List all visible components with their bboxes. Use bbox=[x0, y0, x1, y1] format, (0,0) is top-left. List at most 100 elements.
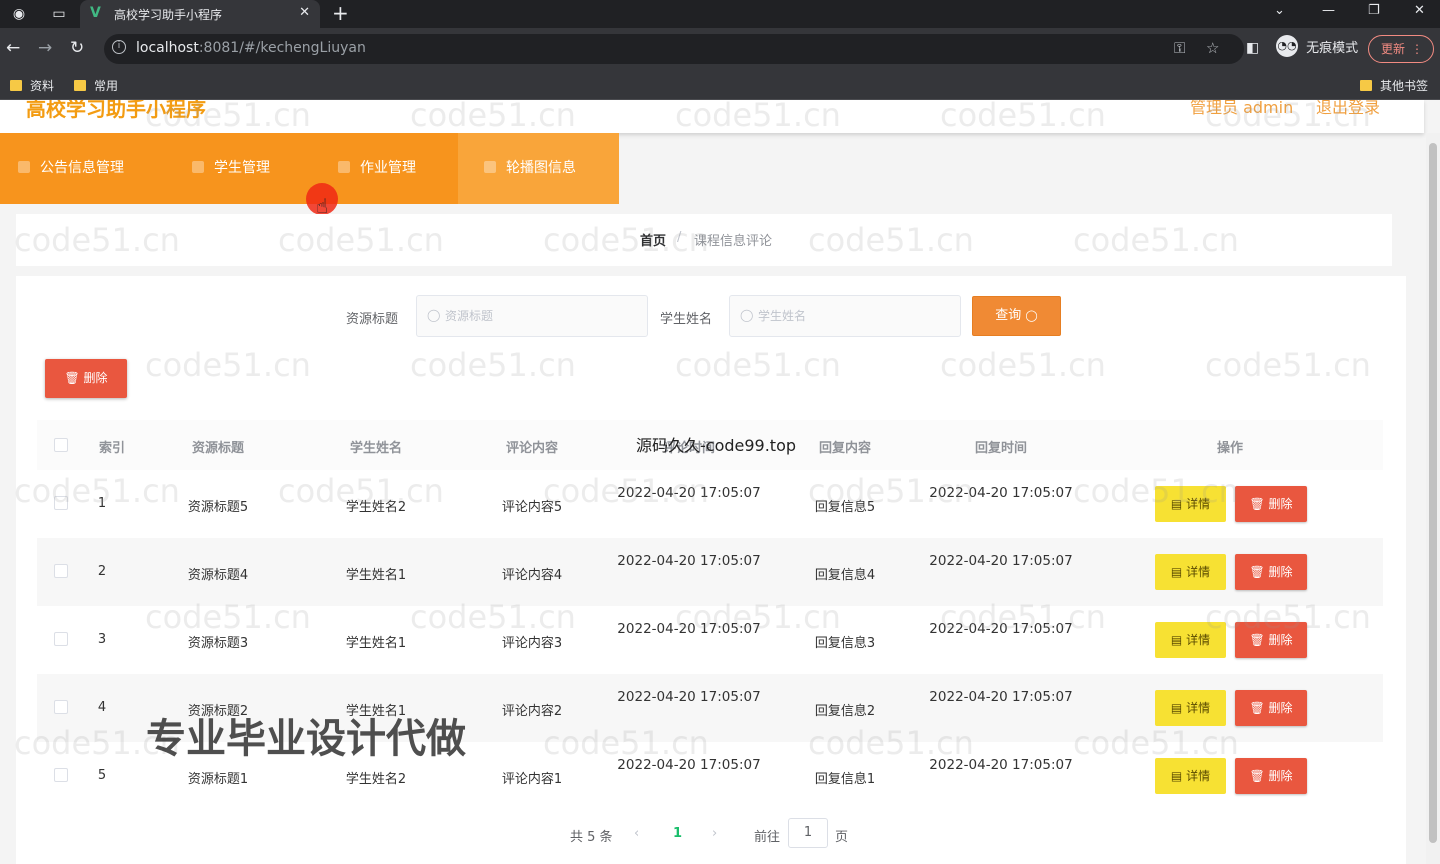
cell-student-name: 学生姓名1 bbox=[345, 568, 407, 583]
new-tab-icon[interactable]: + bbox=[332, 2, 349, 24]
resource-title-label: 资源标题 bbox=[346, 312, 399, 327]
cell-reply: 回复信息2 bbox=[814, 704, 876, 719]
bookmark-folder-1[interactable]: 常用 bbox=[74, 77, 118, 94]
col-index: 索引 bbox=[98, 441, 126, 456]
menu-item-label: 学生管理 bbox=[214, 160, 270, 176]
globe-icon[interactable]: ◉ bbox=[8, 4, 30, 24]
menu-item-label: 作业管理 bbox=[360, 160, 416, 176]
detail-button[interactable]: ▤ 详情 bbox=[1155, 690, 1226, 726]
row-checkbox[interactable] bbox=[54, 632, 68, 646]
scrollbar-thumb[interactable] bbox=[1429, 143, 1437, 843]
update-label: 更新 bbox=[1381, 42, 1406, 56]
student-name-field[interactable]: ◯ bbox=[729, 295, 961, 337]
select-all-checkbox[interactable] bbox=[54, 438, 68, 452]
cell-index: 4 bbox=[97, 700, 107, 715]
query-button[interactable]: 查询 ◯ bbox=[972, 296, 1061, 336]
row-checkbox[interactable] bbox=[54, 564, 68, 578]
document-icon: ▤ bbox=[1170, 497, 1183, 511]
notice-icon bbox=[18, 161, 30, 173]
bulk-delete-label: 删除 bbox=[83, 371, 108, 385]
trash-icon: 🗑 bbox=[1249, 565, 1265, 579]
cell-index: 5 bbox=[97, 768, 107, 783]
query-label: 查询 bbox=[995, 308, 1022, 323]
incognito-icon: ◔◔ bbox=[1276, 35, 1298, 57]
bulk-delete-button[interactable]: 🗑 删除 bbox=[45, 359, 127, 398]
tab-close-icon[interactable]: ✕ bbox=[299, 5, 310, 20]
site-info-icon[interactable]: i bbox=[112, 40, 126, 54]
cell-reply-time: 2022-04-20 17:05:07 bbox=[929, 621, 1073, 637]
window-close-icon[interactable]: ✕ bbox=[1414, 3, 1425, 18]
restore-icon[interactable]: ❐ bbox=[1368, 3, 1380, 18]
sidepanel-icon[interactable]: ◧ bbox=[1246, 38, 1259, 58]
incognito-indicator[interactable]: ◔◔ 无痕模式 bbox=[1276, 35, 1358, 61]
delete-button[interactable]: 🗑 删除 bbox=[1235, 622, 1307, 658]
row-checkbox[interactable] bbox=[54, 496, 68, 510]
tab-strip-icon[interactable]: ▭ bbox=[48, 4, 70, 24]
cell-student-name: 学生姓名2 bbox=[345, 500, 407, 515]
logout-link[interactable]: 退出登录 bbox=[1316, 100, 1380, 118]
delete-button[interactable]: 🗑 删除 bbox=[1235, 554, 1307, 590]
minimize-icon[interactable]: — bbox=[1322, 3, 1335, 18]
back-icon[interactable]: ← bbox=[6, 38, 20, 58]
breadcrumb-home[interactable]: 首页 bbox=[640, 230, 666, 249]
search-icon: ◯ bbox=[427, 308, 441, 322]
detail-button[interactable]: ▤ 详情 bbox=[1155, 622, 1226, 658]
col-student-name: 学生姓名 bbox=[349, 441, 403, 456]
detail-button[interactable]: ▤ 详情 bbox=[1155, 486, 1226, 522]
document-icon: ▤ bbox=[1170, 769, 1183, 783]
bookmark-star-icon[interactable]: ☆ bbox=[1206, 39, 1219, 57]
resource-title-input[interactable] bbox=[445, 306, 625, 326]
detail-label: 详情 bbox=[1186, 633, 1211, 647]
menu-item-carousel[interactable]: 轮播图信息 bbox=[458, 133, 619, 204]
more-icon: ⋮ bbox=[1411, 42, 1423, 56]
other-bookmarks[interactable]: 其他书签 bbox=[1360, 77, 1428, 94]
delete-button[interactable]: 🗑 删除 bbox=[1235, 758, 1307, 794]
col-comment: 评论内容 bbox=[505, 441, 559, 456]
forward-icon[interactable]: → bbox=[38, 38, 52, 58]
cell-index: 2 bbox=[97, 564, 107, 579]
menu-item-students[interactable]: 学生管理 bbox=[164, 133, 310, 204]
page-scrollbar[interactable] bbox=[1426, 133, 1440, 864]
cell-reply-time: 2022-04-20 17:05:07 bbox=[929, 757, 1073, 773]
resource-title-field[interactable]: ◯ bbox=[416, 295, 648, 337]
key-icon[interactable]: ⚿ bbox=[1174, 39, 1185, 57]
tab-search-icon[interactable]: ⌄ bbox=[1274, 3, 1285, 18]
folder-icon bbox=[1360, 80, 1372, 91]
address-bar[interactable]: i localhost:8081/#/kechengLiuyan ⚿ ☆ bbox=[104, 34, 1244, 64]
pager-page[interactable]: 1 bbox=[673, 826, 682, 841]
detail-button[interactable]: ▤ 详情 bbox=[1155, 554, 1226, 590]
detail-button[interactable]: ▤ 详情 bbox=[1155, 758, 1226, 794]
menu-item-notice[interactable]: 公告信息管理 bbox=[0, 133, 164, 204]
pager-goto-prefix: 前往 bbox=[754, 830, 781, 845]
pager-goto-input[interactable]: 1 bbox=[788, 818, 828, 848]
menu-item-label: 轮播图信息 bbox=[506, 160, 576, 176]
cell-resource-title: 资源标题5 bbox=[187, 500, 249, 515]
cell-comment: 评论内容3 bbox=[501, 636, 563, 651]
bookmark-label: 资料 bbox=[30, 79, 55, 93]
student-name-input[interactable] bbox=[758, 306, 938, 326]
col-reply-time: 回复时间 bbox=[974, 441, 1028, 456]
cell-reply: 回复信息5 bbox=[814, 500, 876, 515]
document-icon: ▤ bbox=[1170, 633, 1183, 647]
delete-button[interactable]: 🗑 删除 bbox=[1235, 690, 1307, 726]
pager-next-icon[interactable]: › bbox=[712, 826, 717, 841]
row-checkbox[interactable] bbox=[54, 768, 68, 782]
table-row: 2 资源标题4 学生姓名1 评论内容4 2022-04-20 17:05:07 … bbox=[37, 538, 1383, 606]
cell-comment: 评论内容4 bbox=[501, 568, 563, 583]
pager-goto-suffix: 页 bbox=[835, 830, 849, 845]
cell-comment: 评论内容2 bbox=[501, 704, 563, 719]
cell-student-name: 学生姓名1 bbox=[345, 636, 407, 651]
cell-reply: 回复信息1 bbox=[814, 772, 876, 787]
trash-icon: 🗑 bbox=[64, 371, 80, 385]
browser-tab[interactable]: V 高校学习助手小程序 ✕ bbox=[80, 0, 320, 28]
bookmark-folder-0[interactable]: 资料 bbox=[10, 77, 54, 94]
cell-reply-time: 2022-04-20 17:05:07 bbox=[929, 689, 1073, 705]
col-actions: 操作 bbox=[1216, 441, 1244, 456]
delete-label: 删除 bbox=[1268, 633, 1293, 647]
delete-button[interactable]: 🗑 删除 bbox=[1235, 486, 1307, 522]
col-resource-title: 资源标题 bbox=[191, 441, 245, 456]
reload-icon[interactable]: ↻ bbox=[70, 38, 84, 58]
pager-prev-icon[interactable]: ‹ bbox=[634, 826, 639, 841]
row-checkbox[interactable] bbox=[54, 700, 68, 714]
update-button[interactable]: 更新 ⋮ bbox=[1368, 35, 1434, 63]
